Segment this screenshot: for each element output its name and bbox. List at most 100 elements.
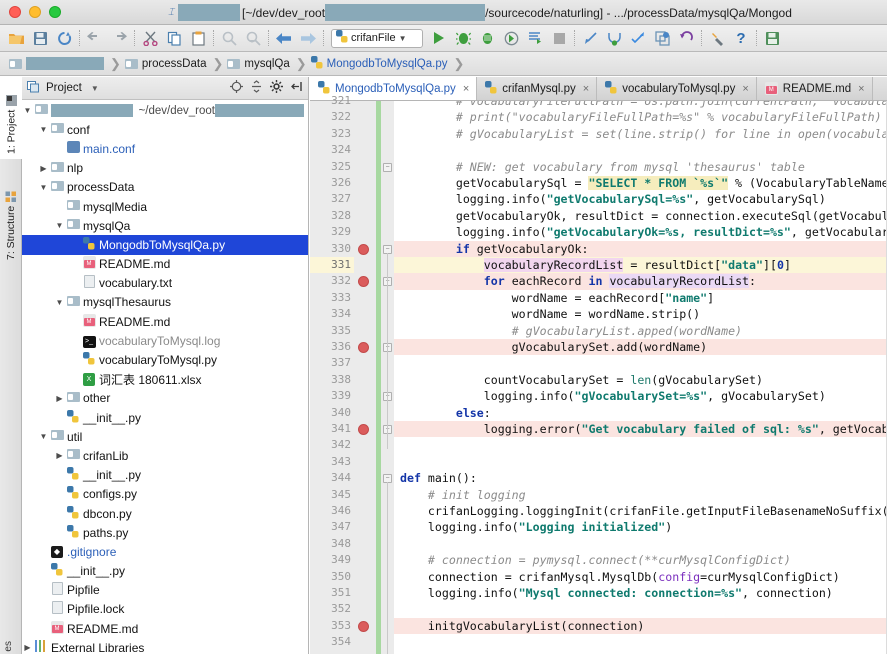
undo-icon[interactable] <box>83 27 107 49</box>
tree-item[interactable]: · main.conf <box>22 139 308 158</box>
bottom-strip-label[interactable]: es <box>3 641 14 652</box>
chevron-down-icon[interactable]: ▼ <box>22 106 33 115</box>
chevron-down-icon[interactable]: ▼ <box>399 34 407 43</box>
breakpoint-gutter[interactable] <box>354 101 376 654</box>
code-line[interactable]: logging.info("Mysql connected: connectio… <box>394 585 887 601</box>
tree-item[interactable]: ▶ crifanLib <box>22 446 308 465</box>
code-text[interactable]: # vocabularyFileFullPath = os.path.join(… <box>394 101 887 654</box>
breadcrumb-item-mysqlqa[interactable]: mysqlQa <box>224 58 294 70</box>
find-icon[interactable] <box>217 27 241 49</box>
run-with-console-icon[interactable] <box>523 27 547 49</box>
chevron-right-icon[interactable]: ▶ <box>38 164 49 173</box>
tree-item[interactable]: ▼ ~/dev/dev_root <box>22 101 308 120</box>
open-folder-icon[interactable] <box>4 27 28 49</box>
code-line[interactable] <box>394 437 887 453</box>
code-line[interactable]: # gVocabularyList.apped(wordName) <box>394 323 887 339</box>
coverage-icon[interactable] <box>475 27 499 49</box>
tree-item[interactable]: ▼ mysqlThesaurus <box>22 293 308 312</box>
target-icon[interactable] <box>229 80 243 96</box>
tree-item[interactable]: · Pipfile.lock <box>22 600 308 619</box>
close-window-button[interactable] <box>9 6 21 18</box>
close-icon[interactable]: × <box>742 83 748 95</box>
tab-vocabularytomysql-py[interactable]: vocabularyToMysql.py × <box>597 77 757 100</box>
tree-item[interactable]: ▶ other <box>22 389 308 408</box>
breakpoint-marker[interactable] <box>358 424 369 435</box>
settings-wrench-icon[interactable] <box>705 27 729 49</box>
update-project-icon[interactable] <box>650 27 674 49</box>
chevron-down-icon[interactable]: ▼ <box>38 125 49 134</box>
tab-readme-md[interactable]: README.md × <box>756 77 873 100</box>
step-out-icon[interactable] <box>626 27 650 49</box>
code-line[interactable]: crifanLogging.loggingInit(crifanFile.get… <box>394 503 887 519</box>
navigate-back-icon[interactable] <box>272 27 296 49</box>
tree-item-selected[interactable]: · MongodbToMysqlQa.py <box>22 235 308 255</box>
chevron-right-icon[interactable]: ▶ <box>22 643 33 652</box>
breakpoint-marker[interactable] <box>358 276 369 288</box>
paste-icon[interactable] <box>186 27 210 49</box>
tree-item[interactable]: ·X 词汇表 180611.xlsx <box>22 370 308 389</box>
code-line[interactable]: logging.info("getVocabularySql=%s", getV… <box>394 191 887 207</box>
tree-item[interactable]: · dbcon.py <box>22 504 308 523</box>
tree-item[interactable]: · paths.py <box>22 523 308 542</box>
code-line[interactable]: vocabularyRecordList = resultDict["data"… <box>394 257 887 273</box>
profile-icon[interactable] <box>499 27 523 49</box>
tree-item[interactable]: · __init__.py <box>22 466 308 485</box>
code-line[interactable]: logging.info("gVocabularySet=%s", gVocab… <box>394 388 887 404</box>
tab-crifanmysql-py[interactable]: crifanMysql.py × <box>477 77 598 100</box>
code-line[interactable]: gVocabularySet.add(wordName) <box>394 339 887 355</box>
code-line[interactable]: # vocabularyFileFullPath = os.path.join(… <box>394 101 887 109</box>
chevron-down-icon[interactable]: ▼ <box>88 84 102 93</box>
sidebar-item-project[interactable]: 1: Project <box>0 77 22 159</box>
tree-item[interactable]: ·>_vocabularyToMysql.log <box>22 331 308 350</box>
code-line[interactable]: for eachRecord in vocabularyRecordList: <box>394 273 887 289</box>
tree-item[interactable]: · README.md <box>22 312 308 331</box>
tree-item[interactable]: · __init__.py <box>22 562 308 581</box>
chevron-down-icon[interactable]: ▼ <box>38 183 49 192</box>
code-folding-gutter[interactable]: −−−−−−−−− <box>381 101 394 654</box>
code-line[interactable]: getVocabularyOk, resultDict = connection… <box>394 208 887 224</box>
code-line[interactable]: getVocabularySql = "SELECT * FROM `%s`" … <box>394 175 887 191</box>
tree-item[interactable]: ▼ conf <box>22 120 308 139</box>
find-replace-icon[interactable] <box>241 27 265 49</box>
code-line[interactable]: initgVocabularyList(connection) <box>394 618 887 634</box>
breakpoint-marker[interactable] <box>358 342 369 353</box>
code-line[interactable]: wordName = wordName.strip() <box>394 306 887 322</box>
code-line[interactable] <box>394 634 887 650</box>
sync-icon[interactable] <box>52 27 76 49</box>
code-line[interactable]: connection = crifanMysql.MysqlDb(config=… <box>394 569 887 585</box>
gear-icon[interactable] <box>269 80 283 96</box>
save-all-icon[interactable] <box>28 27 52 49</box>
tree-item[interactable]: · mysqlMedia <box>22 197 308 216</box>
breakpoint-marker[interactable] <box>358 620 369 632</box>
fold-marker[interactable]: − <box>383 162 392 172</box>
close-icon[interactable]: × <box>583 83 589 95</box>
code-line[interactable] <box>394 601 887 617</box>
debug-icon[interactable] <box>451 27 475 49</box>
cut-icon[interactable] <box>138 27 162 49</box>
breakpoint-marker[interactable] <box>358 243 369 255</box>
tree-item[interactable]: ▶ External Libraries <box>22 638 308 654</box>
code-line[interactable]: # init logging <box>394 487 887 503</box>
help-icon[interactable]: ? <box>729 27 753 49</box>
breadcrumb-item-root[interactable] <box>6 57 109 70</box>
code-line[interactable]: # print("vocabularyFileFullPath=%s" % vo… <box>394 109 887 125</box>
tree-item[interactable]: ·◆ .gitignore <box>22 542 308 561</box>
code-line[interactable] <box>394 536 887 552</box>
zoom-window-button[interactable] <box>49 6 61 18</box>
tree-item[interactable]: · vocabularyToMysql.py <box>22 350 308 369</box>
tree-item[interactable]: · README.md <box>22 619 308 638</box>
navigate-forward-icon[interactable] <box>296 27 320 49</box>
tree-item[interactable]: ▼ processData <box>22 178 308 197</box>
sidebar-item-structure[interactable]: 7: Structure <box>0 165 22 265</box>
code-line[interactable]: else: <box>394 405 887 421</box>
tree-item[interactable]: · __init__.py <box>22 408 308 427</box>
chevron-right-icon[interactable]: ▶ <box>54 451 65 460</box>
code-line[interactable] <box>394 454 887 470</box>
chevron-down-icon[interactable]: ▼ <box>38 432 49 441</box>
code-line[interactable]: # NEW: get vocabulary from mysql 'thesau… <box>394 159 887 175</box>
close-icon[interactable]: × <box>463 83 469 95</box>
code-line[interactable]: # connection = pymysql.connect(**curMysq… <box>394 552 887 568</box>
code-line[interactable]: # gVocabularyList = set(line.strip() for… <box>394 126 887 142</box>
close-icon[interactable]: × <box>858 83 864 95</box>
step-into-icon[interactable] <box>578 27 602 49</box>
